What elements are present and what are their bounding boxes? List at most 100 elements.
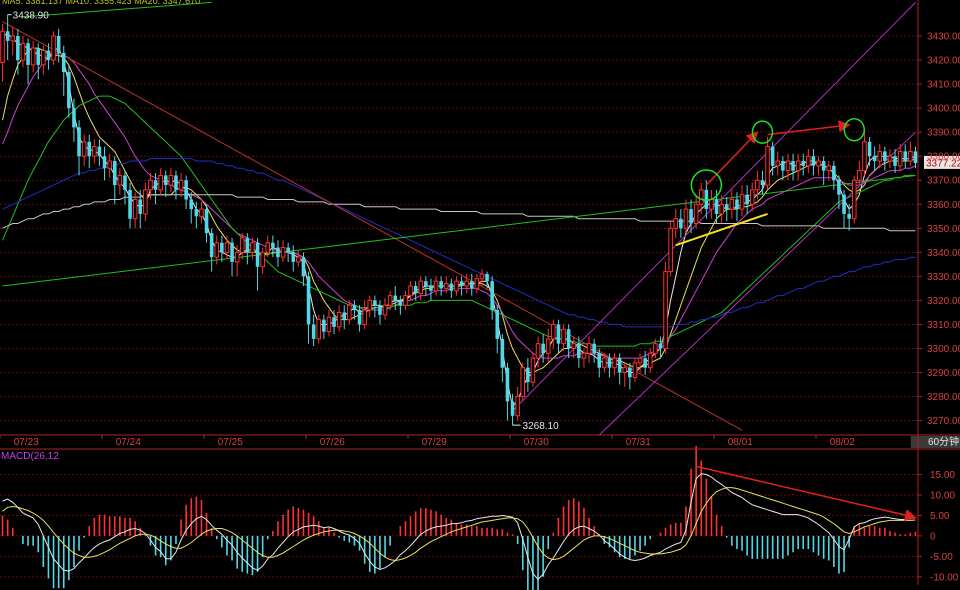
candle-body-up xyxy=(816,160,821,167)
candle-body-down xyxy=(643,358,647,368)
price-tick-label: 3280.00 xyxy=(927,392,960,403)
timeframe-label: 60分钟 xyxy=(928,435,959,448)
candle-body-up xyxy=(571,343,577,349)
candle-body-up xyxy=(326,316,332,333)
candle-body-up xyxy=(224,242,230,253)
candle-body-up xyxy=(347,304,352,321)
candle-body-up xyxy=(862,141,867,172)
candle-body-up xyxy=(30,47,36,66)
price-tick-label: 3310.00 xyxy=(927,320,960,331)
price-tick-label: 3290.00 xyxy=(927,368,960,379)
candle-body-down xyxy=(245,237,250,253)
candle-body-up xyxy=(454,280,459,292)
candle-body-down xyxy=(194,209,199,217)
candle-body-down xyxy=(322,319,326,332)
candle-body-down xyxy=(760,180,765,186)
candle-body-up xyxy=(464,280,469,287)
candle-body-up xyxy=(132,198,138,220)
chart-background xyxy=(0,0,960,590)
candle-body-down xyxy=(189,199,194,210)
candle-body-up xyxy=(158,174,163,191)
candle-body-down xyxy=(87,141,92,157)
candle-body-down xyxy=(72,108,76,128)
candle-body-up xyxy=(765,146,770,186)
candle-body-up xyxy=(857,170,862,181)
candle-body-down xyxy=(617,358,622,373)
candle-body-down xyxy=(357,310,362,325)
candle-body-up xyxy=(887,155,893,162)
candle-body-down xyxy=(220,242,224,253)
candle-body-up xyxy=(250,242,255,253)
price-tick-label: 3380.00 xyxy=(927,152,960,163)
candle-body-down xyxy=(230,242,234,262)
candle-body-up xyxy=(382,304,388,316)
candle-body-down xyxy=(184,180,188,200)
candle-body-down xyxy=(821,161,826,171)
candle-body-up xyxy=(673,218,679,229)
macd-tick-label: 15.00 xyxy=(930,470,955,481)
candle-body-up xyxy=(479,273,485,280)
candle-body-down xyxy=(291,252,296,262)
price-tick-label: 3430.00 xyxy=(927,32,960,43)
main-chart-svg[interactable]: 3438.903268.103377.22 3270.003280.003290… xyxy=(0,0,960,590)
candle-body-up xyxy=(362,309,367,325)
price-tick-label: 3420.00 xyxy=(927,56,960,67)
candle-body-up xyxy=(877,150,883,162)
candle-body-down xyxy=(112,161,117,186)
price-tick-label: 3270.00 xyxy=(927,416,960,427)
price-tick-label: 3410.00 xyxy=(927,80,960,91)
date-label: 07/29 xyxy=(422,437,447,448)
candle-body-up xyxy=(92,146,97,157)
candle-body-down xyxy=(393,295,398,301)
date-label: 07/25 xyxy=(218,437,243,448)
date-label: 07/26 xyxy=(320,437,345,448)
candle-body-down xyxy=(837,180,841,195)
candle-body-up xyxy=(168,174,174,186)
candle-body-up xyxy=(693,203,699,225)
candle-body-down xyxy=(781,161,785,171)
candle-body-down xyxy=(398,300,403,306)
price-tick-label: 3320.00 xyxy=(927,296,960,307)
candle-body-up xyxy=(51,35,56,61)
candle-body-up xyxy=(316,319,322,340)
candle-body-down xyxy=(724,204,729,210)
candle-body-down xyxy=(714,199,719,214)
candle-body-up xyxy=(806,155,811,167)
candle-body-down xyxy=(526,367,530,383)
candle-body-down xyxy=(138,199,143,214)
candle-body-down xyxy=(56,36,61,53)
candle-body-down xyxy=(449,283,454,291)
candle-body-up xyxy=(897,150,903,167)
candle-body-up xyxy=(851,179,857,220)
candle-body-up xyxy=(336,311,342,328)
candle-body-down xyxy=(556,324,561,344)
candle-body-up xyxy=(581,352,587,359)
macd-tick-label: -10.00 xyxy=(930,572,959,583)
date-label: 07/31 xyxy=(626,437,651,448)
candle-body-down xyxy=(791,161,795,171)
candle-body-up xyxy=(403,295,408,306)
candle-body-up xyxy=(739,194,745,210)
macd-tick-label: -5.00 xyxy=(930,552,953,563)
candle-body-up xyxy=(239,237,245,253)
candle-body-down xyxy=(735,199,739,210)
candle-body-down xyxy=(204,209,209,234)
candle-body-down xyxy=(301,257,306,277)
candle-body-up xyxy=(545,338,551,354)
candle-body-down xyxy=(373,300,377,306)
candle-body-down xyxy=(597,353,602,368)
candle-body-down xyxy=(679,218,683,229)
candle-body-up xyxy=(107,160,112,169)
candle-body-down xyxy=(46,50,51,61)
date-label: 08/02 xyxy=(830,437,855,448)
candle-body-down xyxy=(16,36,20,61)
candle-body-up xyxy=(234,251,240,263)
candle-body-down xyxy=(628,367,632,378)
price-tick-label: 3300.00 xyxy=(927,344,960,355)
candle-body-up xyxy=(143,189,148,215)
candle-body-up xyxy=(826,165,832,172)
candle-body-up xyxy=(81,141,87,157)
candle-body-down xyxy=(255,242,260,267)
candle-body-down xyxy=(36,48,41,65)
candle-body-up xyxy=(443,283,449,289)
